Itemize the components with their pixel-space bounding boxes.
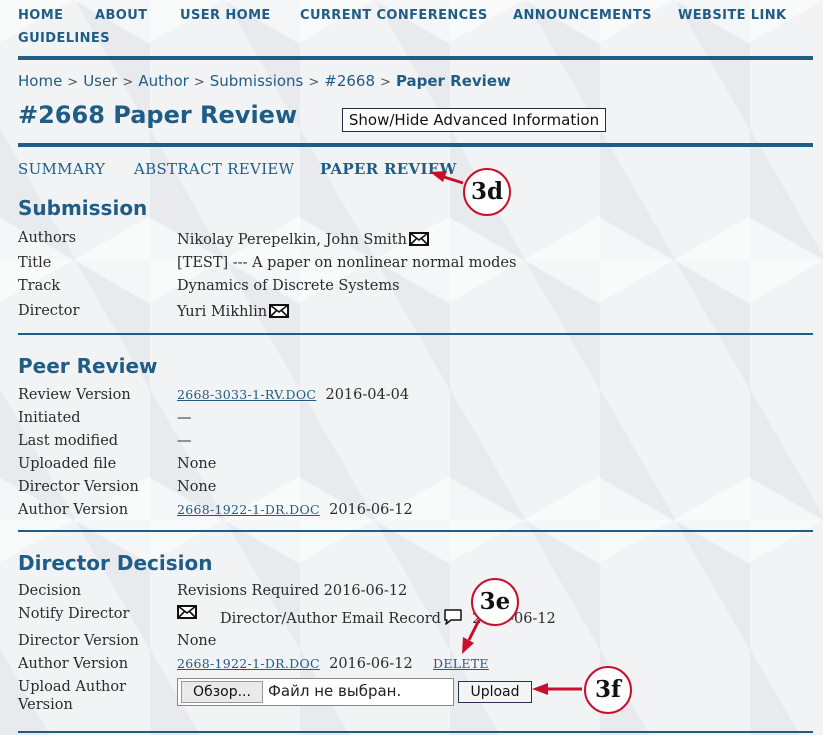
callout-3f-badge: 3f <box>584 666 632 714</box>
annotation-arrows <box>430 171 582 695</box>
callout-3d-badge: 3d <box>463 168 511 216</box>
callout-3e-badge: 3e <box>471 578 519 626</box>
